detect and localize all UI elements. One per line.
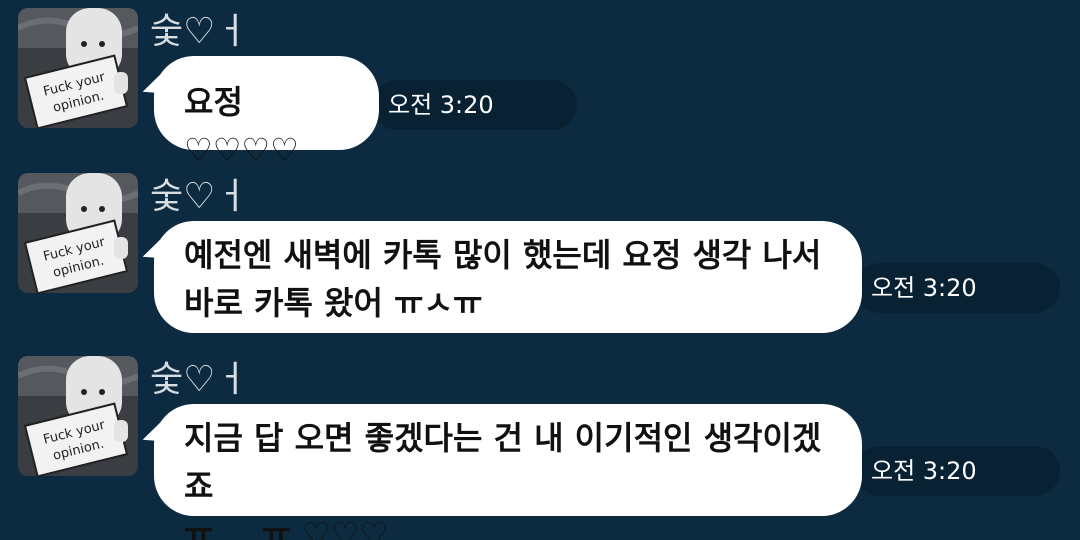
chat-view: Fuck your opinion. 숯♡ㅓ 오전 3:20 요정♡♡♡♡ Fu…: [0, 0, 1080, 540]
message-row: Fuck your opinion. 숯♡ㅓ 오전 3:20 지금 답 오면 좋…: [0, 356, 1080, 540]
sender-name: 숯♡ㅓ: [150, 11, 249, 52]
message-bubble[interactable]: 지금 답 오면 좋겠다는 건 내 이기적인 생각이겠죠 ㅠ___ㅠ ♡♡♡: [154, 404, 862, 540]
message-bubble[interactable]: 요정♡♡♡♡: [154, 56, 379, 169]
sender-name: 숯♡ㅓ: [150, 176, 249, 217]
message-time: 오전 3:20: [855, 446, 1060, 496]
message-time: 오전 3:20: [855, 263, 1060, 313]
avatar[interactable]: Fuck your opinion.: [18, 8, 138, 128]
avatar-image: Fuck your opinion.: [18, 8, 138, 128]
message-row: Fuck your opinion. 숯♡ㅓ 오전 3:20 예전엔 새벽에 카…: [0, 173, 1080, 343]
sender-name: 숯♡ㅓ: [150, 359, 249, 400]
avatar[interactable]: Fuck your opinion.: [18, 173, 138, 293]
avatar[interactable]: Fuck your opinion.: [18, 356, 138, 476]
avatar-image: Fuck your opinion.: [18, 173, 138, 293]
avatar-image: Fuck your opinion.: [18, 356, 138, 476]
message-time: 오전 3:20: [372, 80, 577, 130]
message-row: Fuck your opinion. 숯♡ㅓ 오전 3:20 요정♡♡♡♡: [0, 8, 1080, 169]
message-bubble[interactable]: 예전엔 새벽에 카톡 많이 했는데 요정 생각 나서 바로 카톡 왔어 ㅠㅅㅠ: [154, 221, 862, 333]
